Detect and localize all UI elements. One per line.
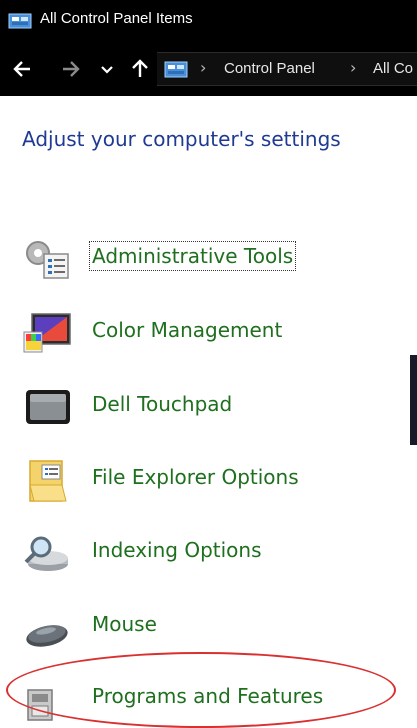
page-heading: Adjust your computer's settings bbox=[22, 127, 341, 151]
window-title: All Control Panel Items bbox=[40, 10, 193, 27]
item-label[interactable]: File Explorer Options bbox=[92, 465, 299, 489]
item-administrative-tools[interactable]: Administrative Tools bbox=[0, 228, 417, 288]
background-window-edge bbox=[410, 355, 417, 445]
control-panel-icon bbox=[164, 61, 188, 78]
back-arrow-icon[interactable] bbox=[10, 56, 36, 82]
breadcrumb-all-control-panel-items[interactable]: All Co bbox=[373, 60, 413, 77]
up-arrow-icon[interactable] bbox=[127, 56, 153, 82]
item-label[interactable]: Color Management bbox=[92, 318, 282, 342]
item-label[interactable]: Programs and Features bbox=[92, 684, 323, 708]
color-management-icon bbox=[23, 313, 71, 353]
address-bar[interactable]: › Control Panel › All Co bbox=[157, 52, 417, 86]
recent-locations-chevron-down-icon[interactable] bbox=[97, 56, 117, 82]
chevron-right-icon[interactable]: › bbox=[350, 58, 356, 77]
item-file-explorer-options[interactable]: File Explorer Options bbox=[0, 449, 417, 509]
title-bar: All Control Panel Items bbox=[0, 0, 417, 42]
item-indexing-options[interactable]: Indexing Options bbox=[0, 522, 417, 582]
forward-arrow-icon[interactable] bbox=[57, 56, 83, 82]
item-mouse[interactable]: Mouse bbox=[0, 596, 417, 656]
item-label[interactable]: Mouse bbox=[92, 612, 157, 636]
item-label[interactable]: Indexing Options bbox=[92, 538, 262, 562]
item-dell-touchpad[interactable]: Dell Touchpad bbox=[0, 376, 417, 436]
breadcrumb-control-panel[interactable]: Control Panel bbox=[224, 60, 315, 77]
admin-tools-icon bbox=[26, 241, 69, 279]
chevron-right-icon[interactable]: › bbox=[200, 58, 206, 77]
programs-features-icon bbox=[27, 689, 53, 721]
folder-options-icon bbox=[29, 460, 67, 502]
indexing-icon bbox=[24, 536, 68, 571]
item-label[interactable]: Dell Touchpad bbox=[92, 392, 232, 416]
item-programs-and-features[interactable]: Programs and Features bbox=[0, 668, 417, 728]
item-label[interactable]: Administrative Tools bbox=[88, 241, 297, 271]
touchpad-icon bbox=[26, 390, 70, 424]
item-color-management[interactable]: Color Management bbox=[0, 302, 417, 362]
mouse-icon bbox=[26, 625, 68, 647]
control-panel-icon bbox=[8, 13, 32, 29]
